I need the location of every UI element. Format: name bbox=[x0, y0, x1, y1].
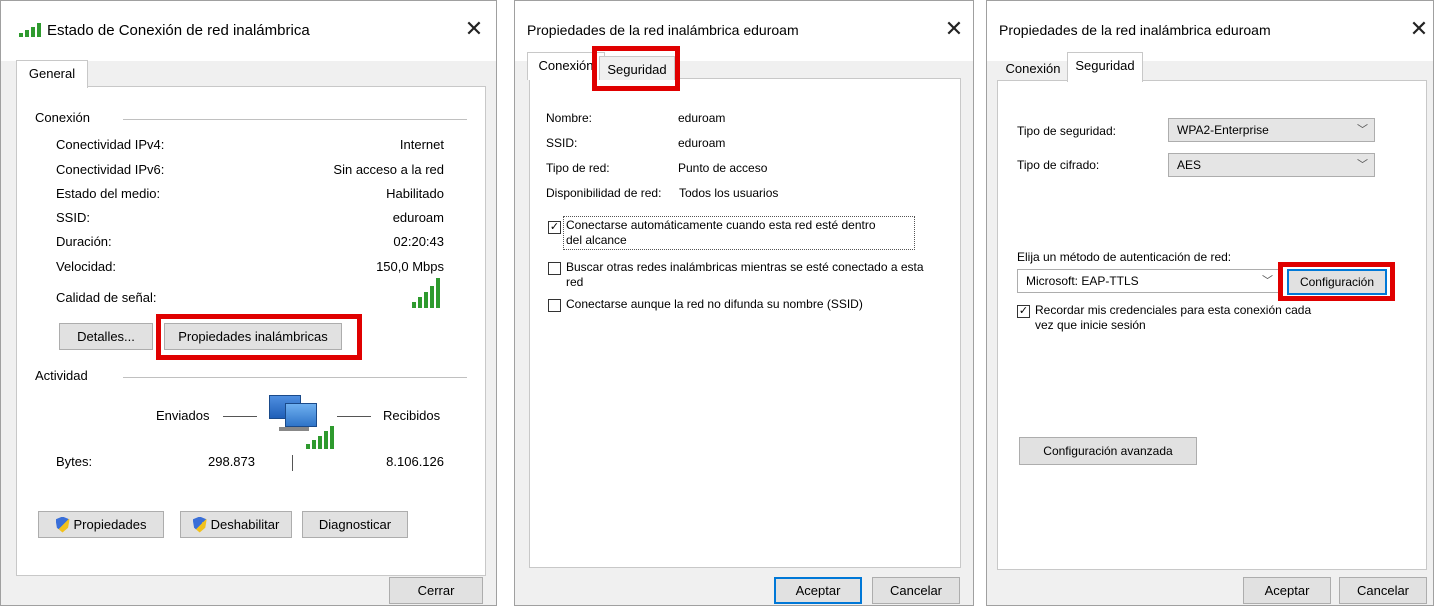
dialog-title: Propiedades de la red inalámbrica eduroa… bbox=[527, 22, 799, 38]
close-icon[interactable]: ✕ bbox=[460, 15, 488, 43]
network-properties-dialog-security: Propiedades de la red inalámbrica eduroa… bbox=[986, 0, 1434, 606]
ssid-label: SSID: bbox=[56, 210, 90, 225]
name-label: Nombre: bbox=[546, 111, 593, 125]
wireless-properties-button[interactable]: Propiedades inalámbricas bbox=[164, 323, 342, 350]
bytes-received-value: 8.106.126 bbox=[386, 454, 444, 469]
ipv4-value: Internet bbox=[399, 137, 444, 152]
cancel-button[interactable]: Cancelar bbox=[872, 577, 960, 604]
connection-group-label: Conexión bbox=[35, 110, 90, 125]
duration-label: Duración: bbox=[56, 234, 112, 249]
remember-credentials-label-line1: Recordar mis credenciales para esta cone… bbox=[1035, 303, 1312, 317]
sent-label: Enviados bbox=[156, 408, 210, 423]
auto-connect-checkbox[interactable]: ✓ bbox=[548, 221, 561, 234]
ok-button[interactable]: Aceptar bbox=[774, 577, 862, 604]
settings-button[interactable]: Configuración bbox=[1287, 269, 1387, 295]
speed-value: 150,0 Mbps bbox=[376, 259, 444, 274]
media-state-value: Habilitado bbox=[386, 186, 444, 201]
activity-group-divider bbox=[123, 377, 467, 378]
security-type-label: Tipo de seguridad: bbox=[1017, 124, 1116, 138]
auth-method-label: Elija un método de autenticación de red: bbox=[1017, 250, 1232, 264]
security-type-select[interactable]: WPA2-Enterprise ﹀ bbox=[1168, 118, 1375, 142]
properties-button-label: Propiedades bbox=[73, 517, 147, 532]
focus-rect bbox=[563, 216, 915, 250]
advanced-settings-button[interactable]: Configuración avanzada bbox=[1019, 437, 1197, 465]
speed-label: Velocidad: bbox=[56, 259, 116, 274]
search-other-networks-label-line2: red bbox=[566, 275, 584, 289]
ok-button[interactable]: Aceptar bbox=[1243, 577, 1331, 604]
availability-value: Todos los usuarios bbox=[679, 186, 779, 200]
wifi-signal-icon bbox=[19, 23, 41, 37]
search-other-networks-label-line1: Buscar otras redes inalámbricas mientras… bbox=[566, 260, 924, 274]
disable-button[interactable]: Deshabilitar bbox=[180, 511, 292, 538]
search-other-networks-checkbox[interactable] bbox=[548, 262, 561, 275]
bytes-sent-value: 298.873 bbox=[208, 454, 255, 469]
chevron-down-icon: ﹀ bbox=[1262, 275, 1273, 287]
close-button[interactable]: Cerrar bbox=[389, 577, 483, 604]
received-line bbox=[337, 416, 371, 417]
auth-method-select[interactable]: Microsoft: EAP-TTLS ﹀ bbox=[1017, 269, 1280, 293]
ipv4-label: Conectividad IPv4: bbox=[56, 137, 165, 152]
dialog-title: Propiedades de la red inalámbrica eduroa… bbox=[999, 22, 1271, 38]
cancel-button[interactable]: Cancelar bbox=[1339, 577, 1427, 604]
tab-connection[interactable]: Conexión bbox=[999, 58, 1067, 80]
properties-button[interactable]: Propiedades bbox=[38, 511, 164, 538]
shield-icon bbox=[55, 516, 70, 533]
remember-credentials-checkbox[interactable]: ✓ bbox=[1017, 305, 1030, 318]
tab-security[interactable]: Seguridad bbox=[599, 56, 675, 80]
disable-button-label: Deshabilitar bbox=[210, 517, 280, 532]
security-type-value: WPA2-Enterprise bbox=[1177, 123, 1269, 137]
ssid-label: SSID: bbox=[546, 136, 578, 150]
network-properties-dialog-connection: Propiedades de la red inalámbrica eduroa… bbox=[514, 0, 974, 606]
received-label: Recibidos bbox=[383, 408, 441, 423]
name-value: eduroam bbox=[678, 111, 726, 125]
encryption-type-label: Tipo de cifrado: bbox=[1017, 158, 1100, 172]
ipv6-value: Sin acceso a la red bbox=[333, 162, 444, 177]
network-type-label: Tipo de red: bbox=[546, 161, 610, 175]
ipv6-label: Conectividad IPv6: bbox=[56, 162, 165, 177]
close-icon[interactable]: ✕ bbox=[940, 15, 968, 43]
sent-line bbox=[223, 416, 257, 417]
connection-group-divider bbox=[123, 119, 467, 120]
dialog-title: Estado de Conexión de red inalámbrica bbox=[47, 22, 310, 39]
ssid-value: eduroam bbox=[392, 210, 444, 225]
connect-hidden-label: Conectarse aunque la red no difunda su n… bbox=[566, 297, 863, 311]
duration-value: 02:20:43 bbox=[393, 234, 444, 249]
details-button[interactable]: Detalles... bbox=[59, 323, 153, 350]
connect-hidden-checkbox[interactable] bbox=[548, 299, 561, 312]
close-icon[interactable]: ✕ bbox=[1405, 15, 1433, 43]
diagnose-button[interactable]: Diagnosticar bbox=[302, 511, 408, 538]
signal-strength-icon bbox=[412, 278, 440, 308]
encryption-type-value: AES bbox=[1177, 158, 1202, 172]
encryption-type-select[interactable]: AES ﹀ bbox=[1168, 153, 1375, 177]
activity-group-label: Actividad bbox=[35, 368, 88, 383]
remember-credentials-label-line2: vez que inicie sesión bbox=[1035, 318, 1146, 332]
connection-panel bbox=[529, 78, 961, 568]
tab-security[interactable]: Seguridad bbox=[1067, 52, 1143, 82]
chevron-down-icon: ﹀ bbox=[1357, 124, 1368, 136]
auth-method-value: Microsoft: EAP-TTLS bbox=[1026, 274, 1139, 288]
signal-quality-label: Calidad de señal: bbox=[56, 290, 157, 305]
chevron-down-icon: ﹀ bbox=[1357, 159, 1368, 171]
tab-general[interactable]: General bbox=[16, 60, 88, 88]
shield-icon bbox=[192, 516, 207, 533]
availability-label: Disponibilidad de red: bbox=[546, 186, 662, 200]
bytes-label: Bytes: bbox=[56, 454, 93, 469]
network-type-value: Punto de acceso bbox=[678, 161, 768, 175]
activity-signal-icon bbox=[306, 426, 334, 449]
media-state-label: Estado del medio: bbox=[56, 186, 161, 201]
status-dialog: Estado de Conexión de red inalámbrica ✕ … bbox=[0, 0, 497, 606]
bytes-divider bbox=[292, 455, 293, 471]
tab-connection[interactable]: Conexión bbox=[527, 52, 605, 80]
ssid-value: eduroam bbox=[678, 136, 726, 150]
